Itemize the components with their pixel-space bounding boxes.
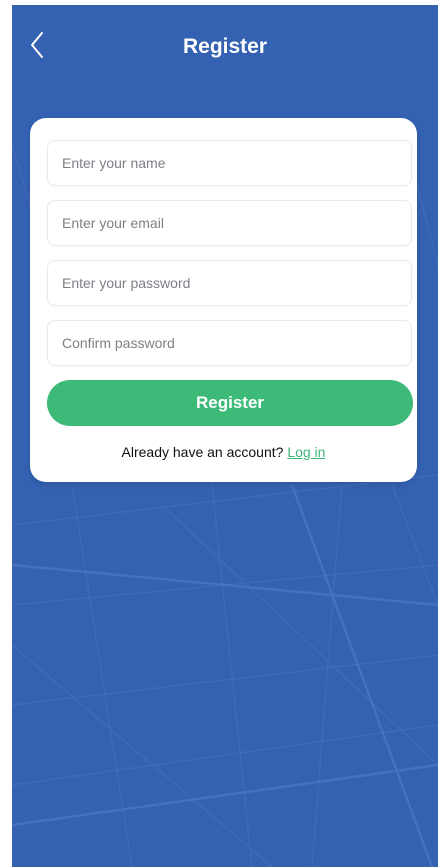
register-card: Register Already have an account? Log in <box>30 118 417 482</box>
login-link[interactable]: Log in <box>287 444 325 460</box>
password-input[interactable] <box>48 261 411 305</box>
name-field <box>47 140 412 186</box>
name-input[interactable] <box>48 141 411 185</box>
page-title: Register <box>182 35 268 58</box>
app-header: Register <box>12 5 438 85</box>
confirm-password-input[interactable] <box>48 321 411 365</box>
register-button[interactable]: Register <box>47 380 413 426</box>
login-prompt-text: Already have an account? <box>121 444 284 460</box>
register-screen: Register Register Already have an accoun… <box>12 5 438 867</box>
email-input[interactable] <box>48 201 411 245</box>
confirm-password-field <box>47 320 412 366</box>
login-prompt-row: Already have an account? Log in <box>30 444 417 460</box>
password-field <box>47 260 412 306</box>
email-field <box>47 200 412 246</box>
